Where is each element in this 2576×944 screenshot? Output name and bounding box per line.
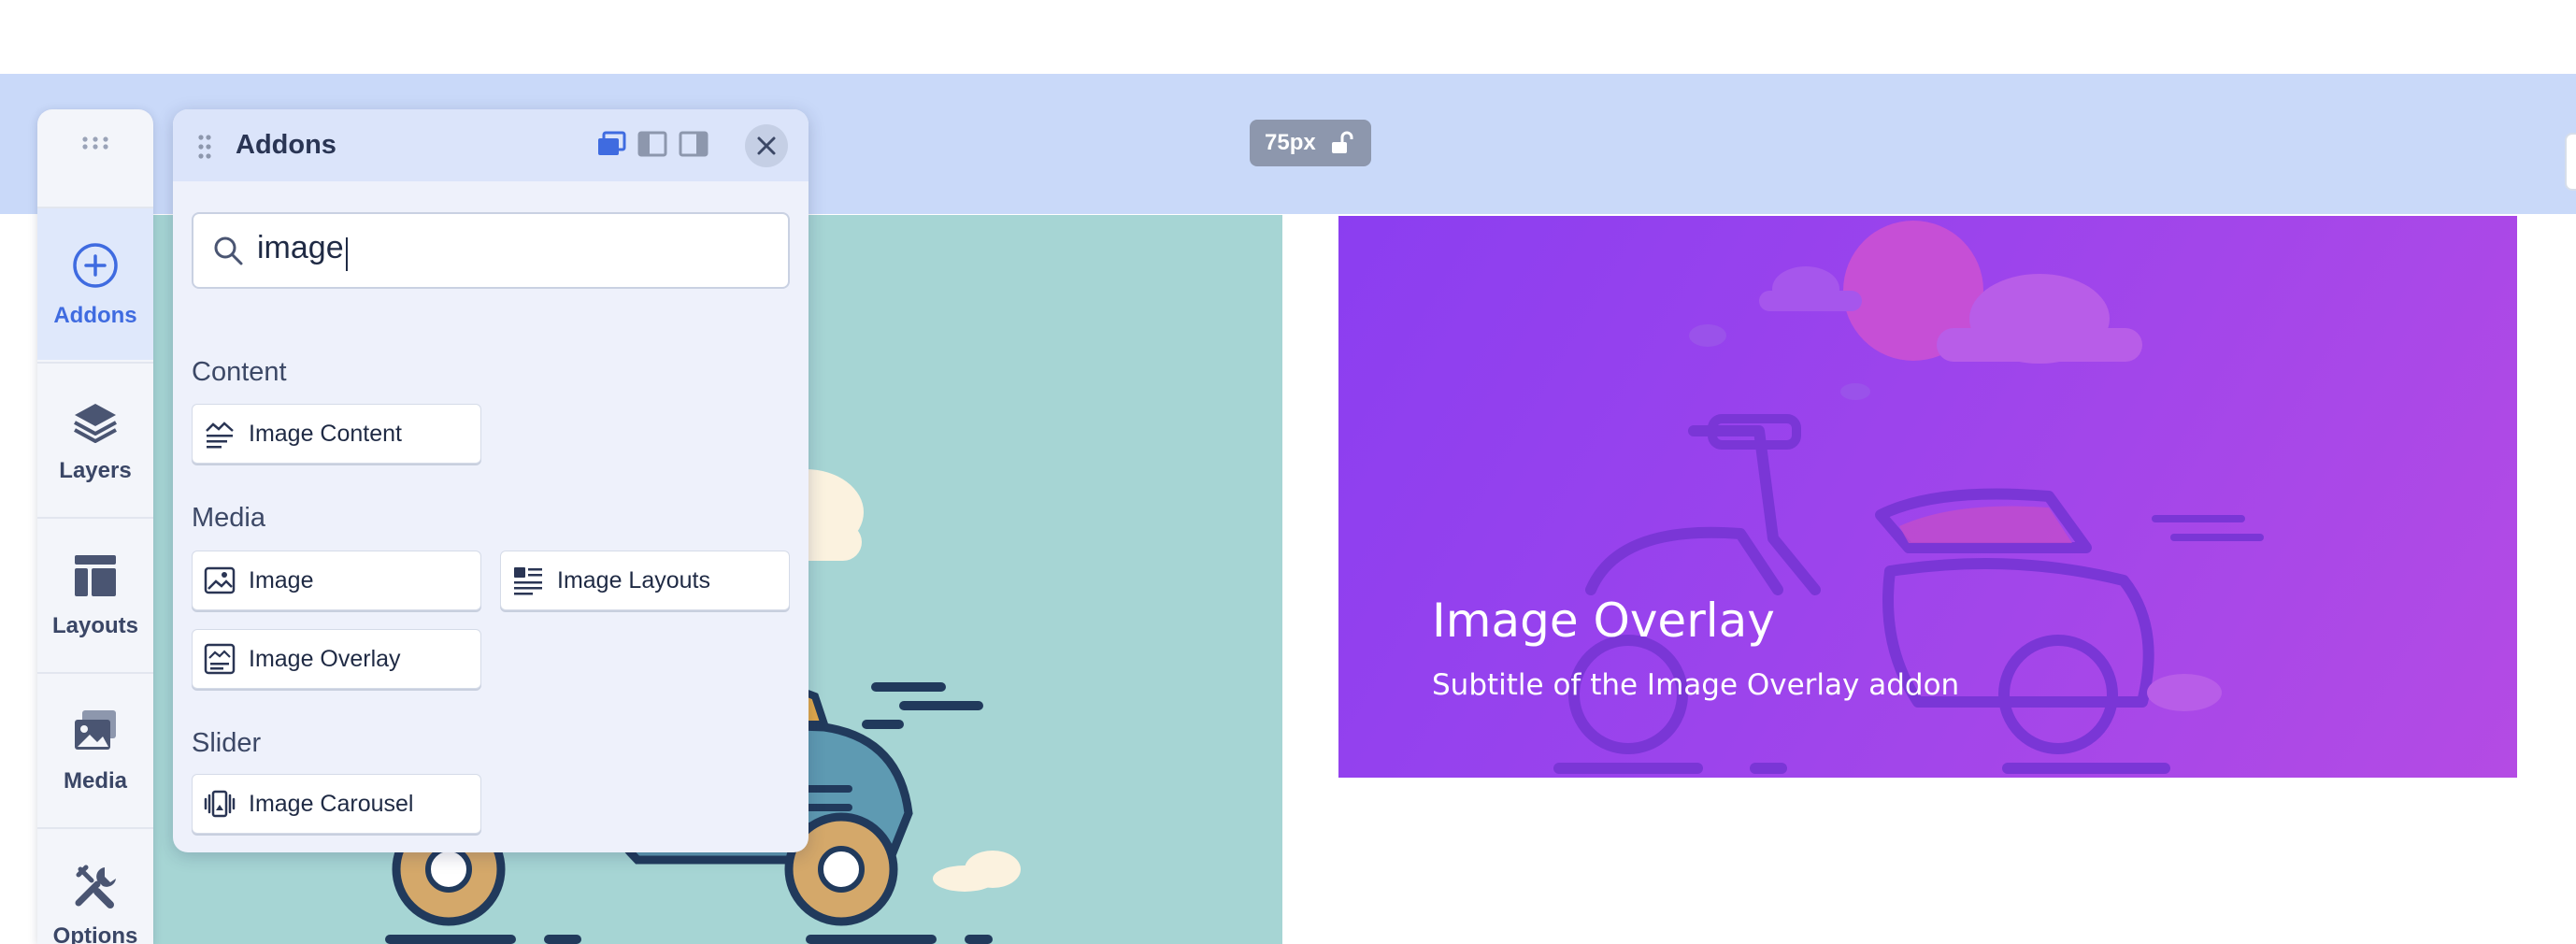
- layout-icon: [75, 555, 116, 596]
- plus-circle-icon: [73, 243, 118, 288]
- rail-label-layers: Layers: [59, 458, 132, 483]
- addon-label: Image Content: [249, 420, 402, 447]
- addon-label: Image: [249, 566, 314, 594]
- rail-item-options[interactable]: Options: [37, 827, 153, 944]
- addon-label: Image Layouts: [557, 566, 710, 594]
- media-icon: [75, 710, 116, 750]
- wrench-icon: [75, 865, 116, 908]
- layers-icon: [74, 404, 117, 443]
- drag-dots-icon: [82, 136, 108, 150]
- page: Image Overlay Subtitle of the Image Over…: [0, 0, 2576, 944]
- row-edge-handle[interactable]: [2565, 133, 2576, 191]
- rail-label-options: Options: [52, 923, 138, 944]
- panel-title: Addons: [236, 130, 336, 160]
- rail-label-layouts: Layouts: [51, 613, 138, 638]
- image-carousel-icon: [204, 790, 236, 818]
- rail-label-addons: Addons: [53, 303, 137, 328]
- image-icon: [204, 566, 236, 594]
- search-value: image: [257, 230, 344, 266]
- addon-label: Image Carousel: [249, 790, 414, 817]
- category-content: Content: [192, 357, 287, 387]
- addon-label: Image Overlay: [249, 645, 401, 672]
- dock-right-icon[interactable]: [678, 130, 709, 158]
- image-overlay-icon: [204, 643, 236, 675]
- rail-drag-handle[interactable]: [37, 109, 153, 177]
- panel-header: Addons: [173, 109, 809, 181]
- search-query: image: [257, 230, 348, 271]
- rail-label-media: Media: [63, 768, 127, 794]
- image-layouts-icon: [514, 567, 542, 595]
- close-panel-button[interactable]: [745, 124, 788, 167]
- unlock-icon[interactable]: [1329, 131, 1353, 155]
- floating-view-icon[interactable]: [595, 130, 627, 158]
- addon-image-overlay[interactable]: Image Overlay: [192, 629, 481, 689]
- category-slider: Slider: [192, 728, 262, 758]
- addon-image-carousel[interactable]: Image Carousel: [192, 774, 481, 834]
- rail-item-media[interactable]: Media: [37, 672, 153, 825]
- addon-search-input[interactable]: image: [192, 212, 790, 289]
- text-caret: [345, 236, 348, 271]
- column-size-value: 75px: [1265, 130, 1316, 155]
- addon-image[interactable]: Image: [192, 551, 481, 610]
- category-media: Media: [192, 503, 265, 533]
- overlay-subtitle: Subtitle of the Image Overlay addon: [1432, 668, 1960, 702]
- rail-item-layers[interactable]: Layers: [37, 362, 153, 515]
- rail-item-layouts[interactable]: Layouts: [37, 517, 153, 670]
- addons-panel: Addons image Content Image Content Media…: [173, 109, 809, 852]
- rail-item-addons[interactable]: Addons: [37, 207, 153, 360]
- panel-drag-handle-icon[interactable]: [197, 134, 212, 160]
- image-content-icon: [206, 422, 234, 449]
- addon-image-layouts[interactable]: Image Layouts: [500, 551, 790, 610]
- close-icon: [757, 136, 776, 155]
- image-overlay-preview[interactable]: Image Overlay Subtitle of the Image Over…: [1338, 216, 2517, 778]
- overlay-title: Image Overlay: [1432, 594, 1775, 648]
- addon-image-content[interactable]: Image Content: [192, 404, 481, 464]
- left-rail: Addons Layers Layouts Media Options: [37, 109, 153, 944]
- dock-left-icon[interactable]: [637, 130, 668, 158]
- search-icon: [214, 236, 243, 265]
- column-size-badge[interactable]: 75px: [1250, 120, 1371, 166]
